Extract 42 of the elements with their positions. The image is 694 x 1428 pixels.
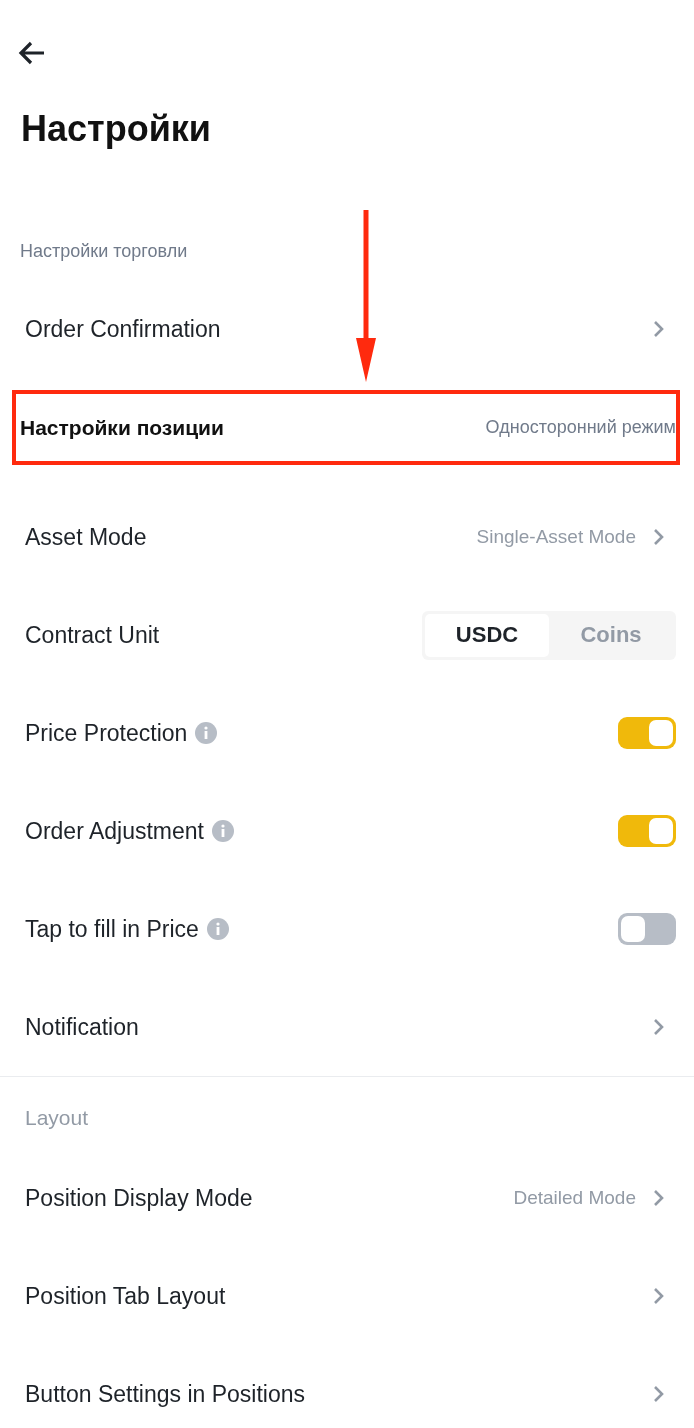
section-label: Layout: [24, 1105, 90, 1131]
setting-label: Tap to fill in Price: [25, 915, 199, 943]
setting-label: Asset Mode: [25, 523, 147, 551]
setting-label: Contract Unit: [25, 621, 160, 649]
info-icon[interactable]: [195, 722, 218, 744]
setting-label: Настройки позиции: [20, 415, 224, 440]
toggle-switch[interactable]: [618, 815, 676, 847]
settings-row[interactable]: Position Display Mode Detailed Mode: [0, 1149, 694, 1247]
settings-row[interactable]: Notification: [0, 978, 694, 1076]
page-title: Настройки: [21, 107, 212, 151]
info-icon[interactable]: [206, 918, 229, 940]
toggle-switch[interactable]: [618, 913, 676, 945]
setting-value: Detailed Mode: [513, 1187, 636, 1209]
unit-option[interactable]: USDC: [425, 613, 549, 657]
settings-row[interactable]: Order Adjustment: [0, 782, 694, 880]
section-label: Настройки торговли: [19, 240, 189, 263]
chevron-icon: [652, 1385, 664, 1403]
settings-row[interactable]: Position Tab Layout: [0, 1247, 694, 1345]
toggle-switch[interactable]: [618, 717, 676, 749]
setting-label: Order Adjustment: [25, 817, 204, 845]
chevron-icon: [652, 1189, 664, 1207]
setting-label: Position Tab Layout: [25, 1282, 226, 1310]
settings-row[interactable]: Price Protection: [0, 684, 694, 782]
settings-row[interactable]: Tap to fill in Price: [0, 880, 694, 978]
setting-label: Button Settings in Positions: [25, 1380, 305, 1408]
setting-value: Односторонний режим: [485, 417, 676, 438]
settings-row[interactable]: Asset Mode Single-Asset Mode: [0, 488, 694, 586]
info-icon[interactable]: [211, 820, 234, 842]
settings-row[interactable]: Order Confirmation: [0, 280, 694, 378]
back-arrow-icon[interactable]: [18, 40, 46, 66]
chevron-icon: [652, 320, 664, 338]
setting-label: Price Protection: [25, 719, 188, 747]
setting-value: Single-Asset Mode: [476, 526, 636, 548]
highlight-box[interactable]: Настройки позиции Односторонний режим: [12, 390, 680, 465]
setting-label: Order Confirmation: [25, 315, 221, 343]
setting-label: Notification: [25, 1013, 139, 1041]
settings-row[interactable]: Button Settings in Positions: [0, 1345, 694, 1428]
settings-row[interactable]: Contract Unit USDC Coins: [0, 586, 694, 684]
chevron-icon: [652, 1287, 664, 1305]
chevron-icon: [652, 1018, 664, 1036]
chevron-icon: [652, 528, 664, 546]
setting-label: Position Display Mode: [25, 1184, 253, 1212]
